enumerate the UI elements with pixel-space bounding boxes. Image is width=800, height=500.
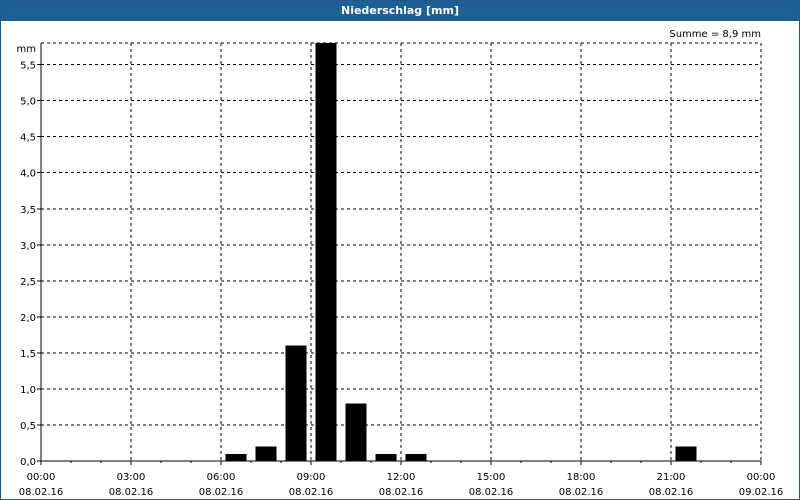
precipitation-chart: 0,0 0,5 1,0 1,5 2,0 2,5 3,0 3,5 4,0 4,5 5,0 5,5 00:0… — [17, 29, 784, 498]
bar — [255, 446, 277, 461]
bar — [285, 345, 307, 461]
x-tick-date-label: 08.02.16 — [469, 487, 514, 498]
x-tick-time-label: 09:00 — [297, 472, 326, 483]
sum-annotation: Summe = 8,9 mm — [669, 29, 761, 40]
bar — [345, 403, 367, 461]
x-tick-date-label: 08.02.16 — [649, 487, 694, 498]
bar — [405, 453, 427, 461]
y-tick-label: 3,0 — [20, 241, 36, 252]
bar — [675, 446, 697, 461]
x-tick-date-label: 08.02.16 — [19, 487, 64, 498]
x-tick-date-label: 08.02.16 — [199, 487, 244, 498]
x-tick-date-label: 08.02.16 — [109, 487, 154, 498]
y-tick-label: 2,5 — [20, 277, 36, 288]
x-tick-time-label: 03:00 — [117, 472, 146, 483]
y-tick-label: 1,5 — [20, 349, 36, 360]
y-tick-label: 5,0 — [20, 97, 36, 108]
x-tick-time-label: 21:00 — [657, 472, 686, 483]
bar — [315, 43, 337, 461]
grid — [41, 42, 762, 461]
x-tick-time-label: 12:00 — [387, 472, 416, 483]
x-tick-time-label: 00:00 — [27, 472, 56, 483]
y-tick-label: 5,5 — [20, 61, 36, 72]
x-tick-date-label: 08.02.16 — [289, 487, 334, 498]
y-tick-label: 3,5 — [20, 205, 36, 216]
x-tick-date-label: 08.02.16 — [559, 487, 604, 498]
chart-window: Niederschlag [mm] 0,0 0,5 1,0 1,5 2,0 2,5 3,0 3… — [0, 0, 800, 500]
y-tick-label: 0,5 — [20, 421, 36, 432]
bar — [225, 453, 247, 461]
x-tick-time-label: 15:00 — [477, 472, 506, 483]
x-tick-date-label: 09.02.16 — [739, 487, 784, 498]
bars — [225, 43, 697, 461]
y-axis-label: mm — [17, 44, 36, 55]
y-tick-label: 4,0 — [20, 169, 36, 180]
x-tick-time-label: 00:00 — [747, 472, 776, 483]
y-tick-label: 0,0 — [20, 457, 36, 468]
y-tick-label: 4,5 — [20, 133, 36, 144]
x-tick-time-label: 06:00 — [207, 472, 236, 483]
y-tick-label: 1,0 — [20, 385, 36, 396]
x-tick-date-label: 08.02.16 — [379, 487, 424, 498]
bar — [375, 453, 397, 461]
x-tick-time-label: 18:00 — [567, 472, 596, 483]
y-tick-label: 2,0 — [20, 313, 36, 324]
